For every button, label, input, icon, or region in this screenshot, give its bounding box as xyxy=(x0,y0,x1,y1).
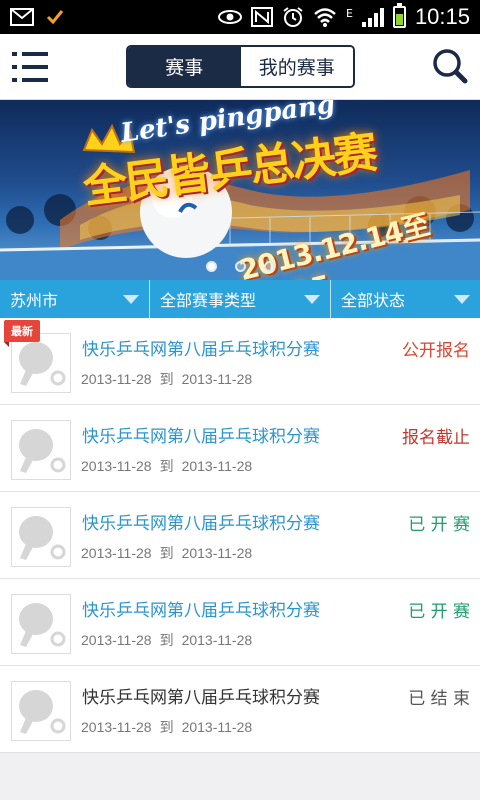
event-dates: 2013-11-28 到 2013-11-28 xyxy=(81,369,252,389)
menu-icon-row xyxy=(12,64,48,69)
event-end-date: 2013-11-28 xyxy=(181,545,253,561)
event-end-date: 2013-11-28 xyxy=(181,632,253,648)
menu-button[interactable] xyxy=(12,51,48,82)
event-thumbnail xyxy=(11,507,71,567)
tab-events[interactable]: 赛事 xyxy=(128,47,241,86)
event-thumbnail xyxy=(11,681,71,741)
event-dates: 2013-11-28 到 2013-11-28 xyxy=(81,456,252,476)
date-separator: 到 xyxy=(159,458,174,474)
event-thumbnail xyxy=(11,594,71,654)
filter-bar: 苏州市 全部赛事类型 全部状态 xyxy=(0,280,480,318)
app-header: 赛事 我的赛事 xyxy=(0,34,480,100)
event-dates: 2013-11-28 到 2013-11-28 xyxy=(81,630,252,650)
date-separator: 到 xyxy=(159,719,174,735)
event-name: 快乐乒乓网第八届乒乓球积分赛 xyxy=(82,514,320,534)
event-type-filter-label: 全部赛事类型 xyxy=(160,291,257,310)
eye-icon xyxy=(217,10,242,24)
carousel-dot[interactable] xyxy=(234,261,246,272)
event-type-filter[interactable]: 全部赛事类型 xyxy=(150,280,331,318)
event-list-item[interactable]: 快乐乒乓网第八届乒乓球积分赛 2013-11-28 到 2013-11-28 已 结 束 xyxy=(0,666,480,753)
event-start-date: 2013-11-28 xyxy=(81,458,152,474)
mail-icon xyxy=(10,8,34,26)
event-thumbnail xyxy=(11,333,71,393)
search-icon[interactable] xyxy=(432,48,468,84)
city-filter[interactable]: 苏州市 xyxy=(0,280,150,318)
menu-icon xyxy=(12,51,48,56)
event-dates: 2013-11-28 到 2013-11-28 xyxy=(81,543,252,563)
event-start-date: 2013-11-28 xyxy=(81,719,152,735)
date-separator: 到 xyxy=(159,371,174,387)
carousel-dot[interactable] xyxy=(205,261,217,272)
event-list-item[interactable]: 快乐乒乓网第八届乒乓球积分赛 2013-11-28 到 2013-11-28 报名截止 xyxy=(0,405,480,492)
signal-strength-icon xyxy=(361,7,384,27)
tab-my-events[interactable]: 我的赛事 xyxy=(240,47,353,86)
event-start-date: 2013-11-28 xyxy=(81,632,152,648)
event-start-date: 2013-11-28 xyxy=(81,545,152,561)
event-status: 已 开 赛 xyxy=(408,515,470,535)
alarm-icon xyxy=(283,7,303,27)
dropdown-arrow-icon xyxy=(123,295,139,304)
status-filter-label: 全部状态 xyxy=(341,291,406,310)
check-icon xyxy=(46,10,64,25)
carousel-dot[interactable] xyxy=(263,261,275,272)
new-badge: 最新 xyxy=(4,320,40,347)
event-status: 已 开 赛 xyxy=(408,602,470,622)
date-separator: 到 xyxy=(159,545,174,561)
tab-switcher: 赛事 我的赛事 xyxy=(126,45,355,88)
status-filter[interactable]: 全部状态 xyxy=(331,280,480,318)
clock-time: 10:15 xyxy=(414,4,470,29)
event-name: 快乐乒乓网第八届乒乓球积分赛 xyxy=(82,601,320,621)
event-status: 公开报名 xyxy=(402,341,470,361)
event-end-date: 2013-11-28 xyxy=(181,371,253,387)
wifi-icon xyxy=(314,8,336,27)
event-list: 最新快乐乒乓网第八届乒乓球积分赛 2013-11-28 到 2013-11-28 公开报… xyxy=(0,318,480,753)
event-name: 快乐乒乓网第八届乒乓球积分赛 xyxy=(82,340,320,360)
event-end-date: 2013-11-28 xyxy=(181,458,253,474)
event-name: 快乐乒乓网第八届乒乓球积分赛 xyxy=(82,427,320,447)
event-start-date: 2013-11-28 xyxy=(81,371,152,387)
menu-icon-row xyxy=(12,77,48,82)
event-thumbnail xyxy=(11,420,71,480)
battery-icon xyxy=(392,3,406,28)
city-filter-label: 苏州市 xyxy=(10,291,59,310)
carousel-indicator[interactable] xyxy=(0,261,480,272)
nfc-icon xyxy=(250,7,273,27)
event-list-item[interactable]: 快乐乒乓网第八届乒乓球积分赛 2013-11-28 到 2013-11-28 已 开 赛 xyxy=(0,579,480,666)
dropdown-arrow-icon xyxy=(304,295,320,304)
network-type-label: E xyxy=(345,7,353,20)
event-end-date: 2013-11-28 xyxy=(181,719,253,735)
event-name: 快乐乒乓网第八届乒乓球积分赛 xyxy=(82,688,320,708)
event-dates: 2013-11-28 到 2013-11-28 xyxy=(81,717,252,737)
status-bar: E 10:15 xyxy=(0,0,480,34)
date-separator: 到 xyxy=(159,632,174,648)
promo-banner[interactable]: Let's pingpang 全民皆乒总决赛 2013.12.14至12.15 xyxy=(0,100,480,280)
event-list-item[interactable]: 最新快乐乒乓网第八届乒乓球积分赛 2013-11-28 到 2013-11-28 公开报… xyxy=(0,318,480,405)
event-status: 已 结 束 xyxy=(408,689,470,709)
event-status: 报名截止 xyxy=(402,428,470,448)
event-list-item[interactable]: 快乐乒乓网第八届乒乓球积分赛 2013-11-28 到 2013-11-28 已 开 赛 xyxy=(0,492,480,579)
dropdown-arrow-icon xyxy=(454,295,470,304)
